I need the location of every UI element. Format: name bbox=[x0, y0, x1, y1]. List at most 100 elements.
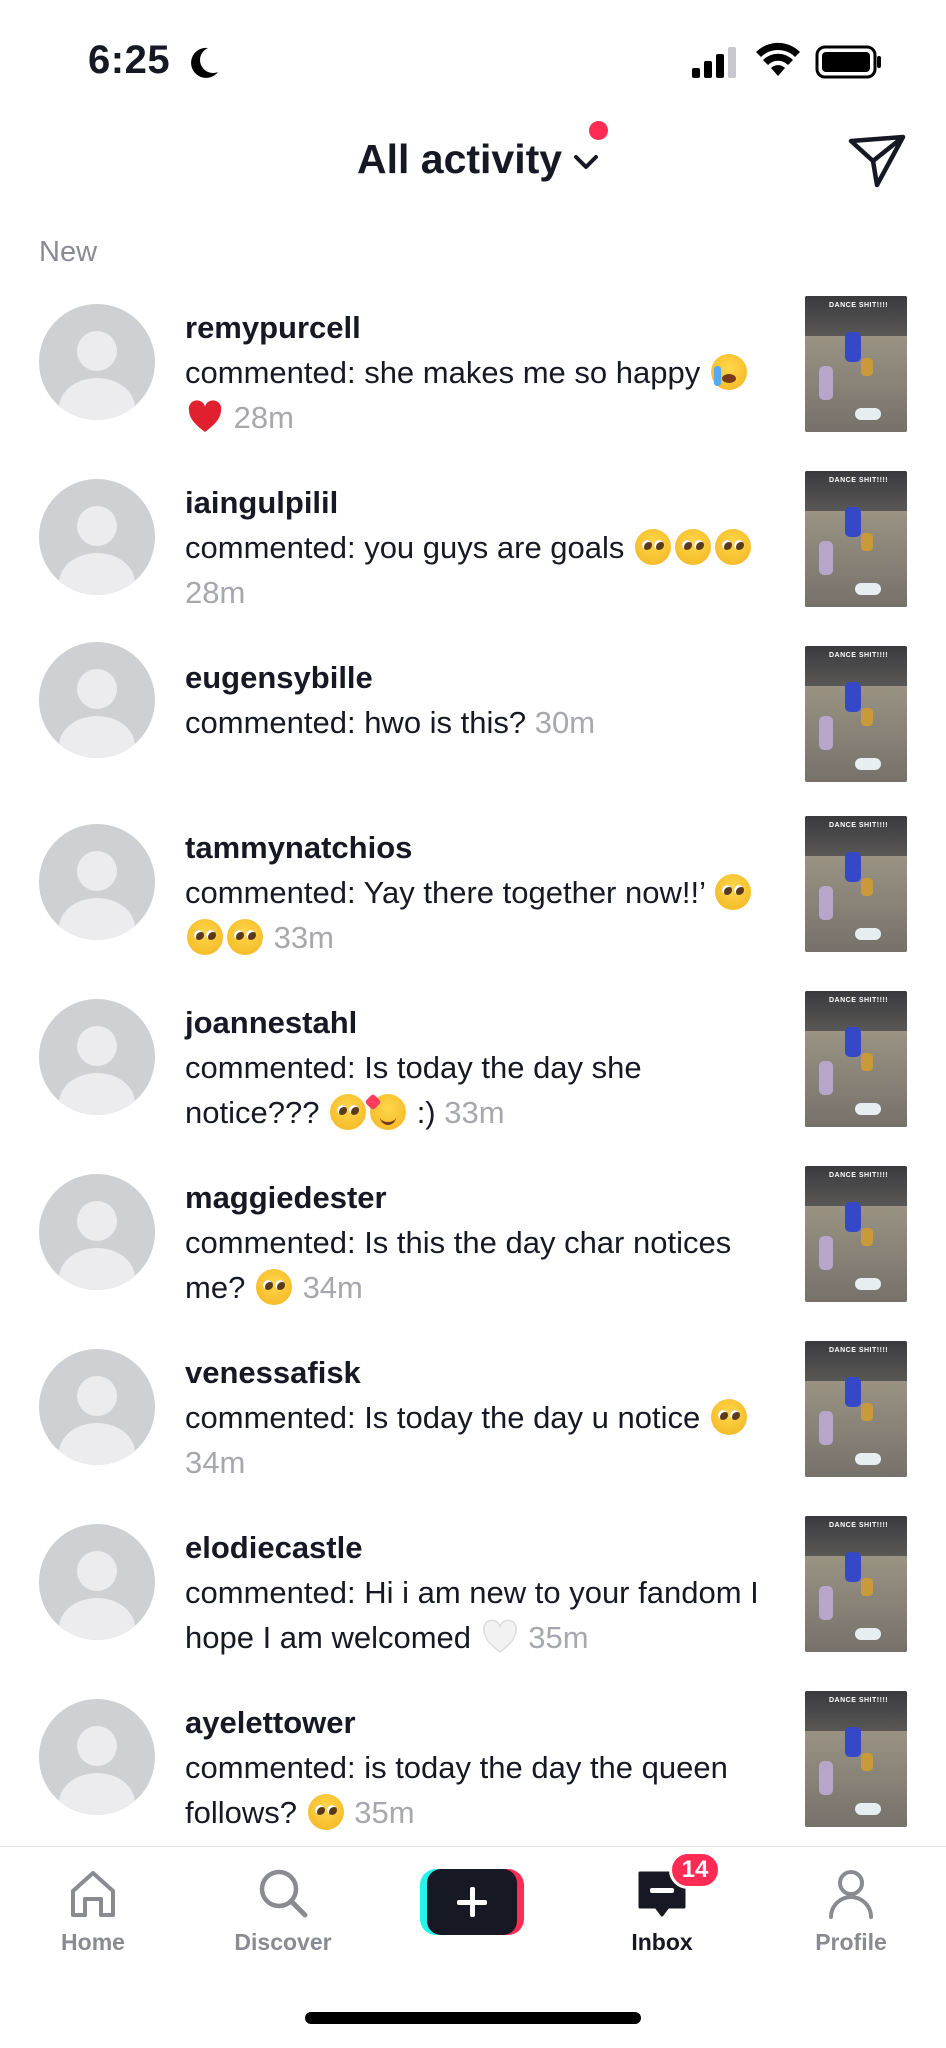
username[interactable]: maggiedester bbox=[185, 1176, 770, 1220]
wifi-icon bbox=[756, 42, 800, 76]
create-video-button[interactable] bbox=[420, 1869, 524, 1935]
thumbnail-caption: DANCE SHIT!!!! bbox=[829, 1522, 889, 1529]
username[interactable]: eugensybille bbox=[185, 656, 770, 700]
avatar[interactable] bbox=[39, 1349, 155, 1465]
comment-text: commented: you guys are goals 28m bbox=[185, 525, 770, 615]
avatar[interactable] bbox=[39, 1174, 155, 1290]
avatar[interactable] bbox=[39, 824, 155, 940]
video-thumbnail[interactable]: DANCE SHIT!!!! bbox=[805, 1341, 907, 1477]
tab-inbox[interactable]: 14 Inbox bbox=[587, 1851, 737, 1956]
avatar-head bbox=[77, 851, 117, 891]
video-thumbnail[interactable]: DANCE SHIT!!!! bbox=[805, 1516, 907, 1652]
thumbnail-caption: DANCE SHIT!!!! bbox=[829, 822, 889, 829]
comment-body: commented: Hi i am new to your fandom I … bbox=[185, 1575, 759, 1655]
avatar-head bbox=[77, 506, 117, 546]
avatar-head bbox=[77, 1026, 117, 1066]
section-label-new: New bbox=[39, 236, 98, 268]
avatar[interactable] bbox=[39, 1524, 155, 1640]
video-thumbnail[interactable]: DANCE SHIT!!!! bbox=[805, 991, 907, 1127]
avatar-body bbox=[59, 1598, 135, 1640]
comment-text: commented: Is today the day u notice 34m bbox=[185, 1395, 770, 1485]
thumbnail-caption: DANCE SHIT!!!! bbox=[829, 652, 889, 659]
thumbnail-figure bbox=[855, 1803, 881, 1815]
timestamp: 34m bbox=[302, 1270, 363, 1305]
activity-text: iaingulpilil commented: you guys are goal… bbox=[185, 481, 770, 615]
username[interactable]: elodiecastle bbox=[185, 1526, 770, 1570]
avatar[interactable] bbox=[39, 304, 155, 420]
pleading-face-emoji bbox=[227, 919, 263, 955]
avatar[interactable] bbox=[39, 1699, 155, 1815]
thumbnail-caption: DANCE SHIT!!!! bbox=[829, 477, 889, 484]
pleading-face-emoji bbox=[675, 529, 712, 565]
activity-item[interactable]: joannestahl commented: Is today the day s… bbox=[0, 985, 946, 1160]
tab-discover[interactable]: Discover bbox=[208, 1865, 358, 1956]
avatar-body bbox=[59, 1073, 135, 1115]
username[interactable]: remypurcell bbox=[185, 306, 770, 350]
pleading-face-emoji bbox=[710, 1399, 747, 1435]
comment-suffix: :) bbox=[408, 1095, 436, 1130]
timestamp: 28m bbox=[233, 400, 294, 435]
activity-text: maggiedester commented: Is this the day c… bbox=[185, 1176, 770, 1310]
thumbnail-figure bbox=[861, 358, 873, 376]
activity-item[interactable]: iaingulpilil commented: you guys are goal… bbox=[0, 465, 946, 640]
moon-icon bbox=[191, 47, 218, 78]
comment-text: commented: she makes me so happy 28m bbox=[185, 350, 770, 440]
activity-text: joannestahl commented: Is today the day s… bbox=[185, 1001, 770, 1135]
avatar[interactable] bbox=[39, 642, 155, 758]
thumbnail-figure bbox=[845, 332, 861, 362]
thumbnail-figure bbox=[861, 1403, 873, 1421]
activity-item[interactable]: eugensybille commented: hwo is this? 30m D… bbox=[0, 640, 946, 815]
thumbnail-figure bbox=[855, 928, 881, 940]
pleading-face-emoji bbox=[187, 919, 223, 955]
activity-text: eugensybille commented: hwo is this? 30m bbox=[185, 656, 770, 745]
username[interactable]: iaingulpilil bbox=[185, 481, 770, 525]
activity-item[interactable]: venessafisk commented: Is today the day u… bbox=[0, 1335, 946, 1510]
video-thumbnail[interactable]: DANCE SHIT!!!! bbox=[805, 296, 907, 432]
thumbnail-figure bbox=[845, 1202, 861, 1232]
comment-text: commented: is today the day the queen fo… bbox=[185, 1745, 770, 1835]
timestamp: 35m bbox=[354, 1795, 415, 1830]
pleading-face-emoji bbox=[715, 529, 752, 565]
avatar-body bbox=[59, 378, 135, 420]
activity-text: elodiecastle commented: Hi i am new to yo… bbox=[185, 1526, 770, 1660]
activity-filter-dropdown[interactable]: All activity bbox=[357, 136, 600, 183]
avatar-head bbox=[77, 1201, 117, 1241]
search-icon bbox=[259, 1869, 308, 1918]
activity-item[interactable]: elodiecastle commented: Hi i am new to yo… bbox=[0, 1510, 946, 1685]
video-thumbnail[interactable]: DANCE SHIT!!!! bbox=[805, 1166, 907, 1302]
timestamp: 33m bbox=[444, 1095, 505, 1130]
activity-item[interactable]: remypurcell commented: she makes me so ha… bbox=[0, 290, 946, 465]
thumbnail-figure bbox=[819, 541, 833, 575]
activity-item[interactable]: maggiedester commented: Is this the day c… bbox=[0, 1160, 946, 1335]
video-thumbnail[interactable]: DANCE SHIT!!!! bbox=[805, 471, 907, 607]
username[interactable]: ayelettower bbox=[185, 1701, 770, 1745]
comment-body: commented: Is today the day u notice bbox=[185, 1400, 701, 1435]
username[interactable]: joannestahl bbox=[185, 1001, 770, 1045]
thumbnail-figure bbox=[855, 758, 881, 770]
video-thumbnail[interactable]: DANCE SHIT!!!! bbox=[805, 646, 907, 782]
activity-item[interactable]: tammynatchios commented: Yay there togeth… bbox=[0, 810, 946, 985]
tab-profile-label: Profile bbox=[815, 1929, 887, 1955]
thumbnail-figure bbox=[861, 1753, 873, 1771]
username[interactable]: tammynatchios bbox=[185, 826, 770, 870]
avatar[interactable] bbox=[39, 999, 155, 1115]
thumbnail-figure bbox=[861, 708, 873, 726]
home-icon bbox=[71, 1871, 115, 1917]
avatar[interactable] bbox=[39, 479, 155, 595]
video-thumbnail[interactable]: DANCE SHIT!!!! bbox=[805, 816, 907, 952]
pleading-face-emoji bbox=[330, 1094, 367, 1130]
tab-inbox-label: Inbox bbox=[631, 1929, 693, 1955]
comment-body: commented: hwo is this? bbox=[185, 705, 527, 740]
thumbnail-figure bbox=[855, 408, 881, 420]
video-thumbnail[interactable]: DANCE SHIT!!!! bbox=[805, 1691, 907, 1827]
tab-profile[interactable]: Profile bbox=[776, 1865, 926, 1956]
avatar-head bbox=[77, 669, 117, 709]
activity-item[interactable]: ayelettower commented: is today the day t… bbox=[0, 1685, 946, 1860]
pleading-face-emoji bbox=[307, 1794, 344, 1830]
comment-body: commented: she makes me so happy bbox=[185, 355, 701, 390]
avatar-head bbox=[77, 1376, 117, 1416]
username[interactable]: venessafisk bbox=[185, 1351, 770, 1395]
comment-text: commented: hwo is this? 30m bbox=[185, 700, 770, 745]
tab-home[interactable]: Home bbox=[18, 1865, 168, 1956]
direct-message-icon[interactable] bbox=[847, 133, 907, 189]
